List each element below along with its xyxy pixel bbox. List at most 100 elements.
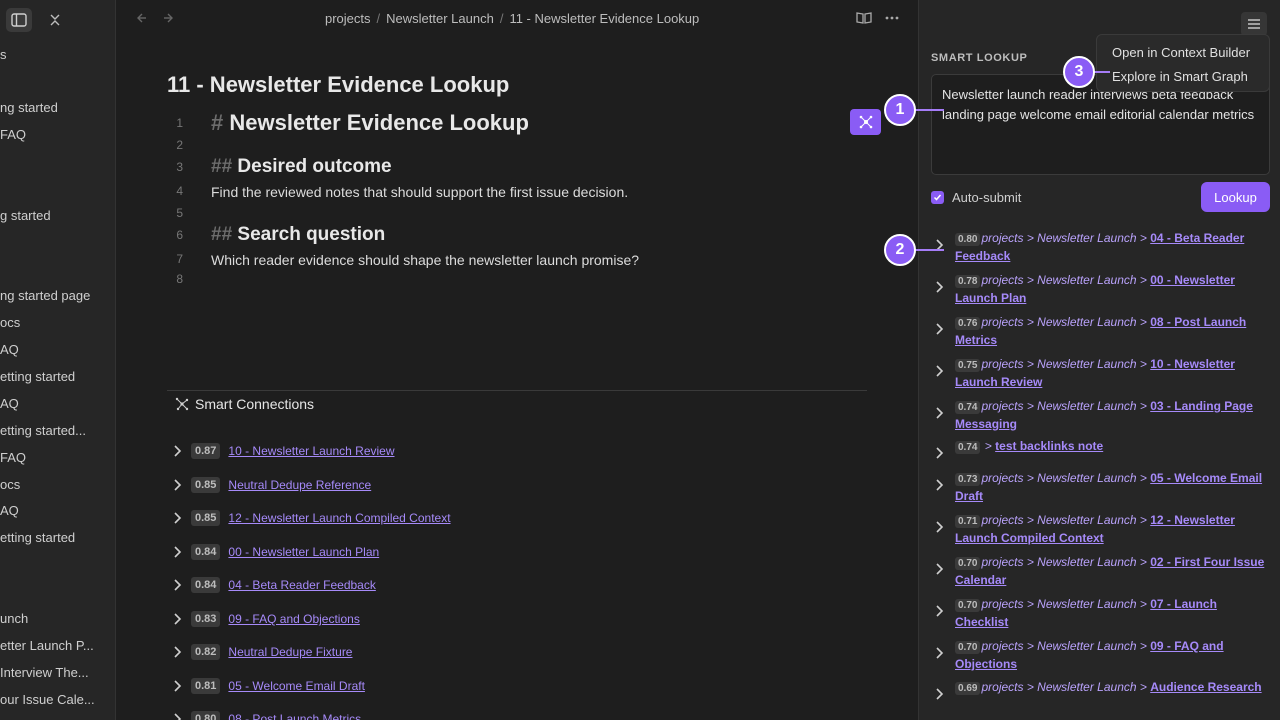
result-path: projects > Newsletter Launch > [981, 639, 1151, 653]
similarity-score: 0.83 [191, 611, 221, 627]
chevron-right-icon[interactable] [173, 478, 183, 492]
similarity-score: 0.80 [191, 711, 221, 720]
connection-item[interactable]: 0.80 08 - Post Launch Metrics [173, 711, 361, 720]
connection-link[interactable]: 05 - Welcome Email Draft [228, 679, 364, 693]
connection-item[interactable]: 0.84 04 - Beta Reader Feedback [173, 577, 376, 593]
connection-item[interactable]: 0.83 09 - FAQ and Objections [173, 611, 360, 627]
callout-marker: 3 [1063, 56, 1095, 88]
connection-item[interactable]: 0.82 Neutral Dedupe Fixture [173, 644, 352, 660]
chevron-right-icon[interactable] [935, 687, 945, 701]
chevron-right-icon[interactable] [173, 612, 183, 626]
auto-submit-row[interactable]: Auto-submit [931, 190, 1021, 205]
chevron-right-icon[interactable] [173, 645, 183, 659]
connection-link[interactable]: 08 - Post Launch Metrics [228, 712, 361, 720]
chevron-right-icon[interactable] [173, 444, 183, 458]
auto-submit-label[interactable]: Auto-submit [952, 190, 1021, 205]
file-tree-item[interactable]: AQ [0, 396, 112, 411]
chevron-right-icon[interactable] [935, 446, 945, 460]
connection-item[interactable]: 0.84 00 - Newsletter Launch Plan [173, 544, 379, 560]
paragraph-text: Which reader evidence should shape the n… [211, 252, 640, 268]
result-path: projects > Newsletter Launch > [981, 357, 1151, 371]
line-number: 4 [176, 184, 183, 198]
more-options-icon[interactable] [884, 10, 900, 31]
menu-item-open-context-builder[interactable]: Open in Context Builder [1097, 41, 1269, 65]
breadcrumb-item[interactable]: projects [325, 11, 371, 26]
file-tree-item[interactable]: Interview The... [0, 665, 112, 680]
collapse-all-icon[interactable] [42, 8, 68, 32]
connection-link[interactable]: 04 - Beta Reader Feedback [228, 578, 375, 592]
file-tree-item[interactable]: FAQ [0, 450, 112, 465]
chevron-right-icon[interactable] [935, 322, 945, 336]
back-arrow-icon[interactable] [135, 11, 147, 27]
file-tree-item[interactable]: ng started page [0, 288, 112, 303]
file-tree-item[interactable]: unch [0, 611, 112, 626]
chevron-right-icon[interactable] [935, 280, 945, 294]
check-icon [933, 194, 942, 201]
result-text: 0.75 projects > Newsletter Launch > 10 - … [955, 356, 1271, 391]
result-path: projects > Newsletter Launch > [981, 315, 1151, 329]
result-link[interactable]: Audience Research [1150, 680, 1261, 694]
breadcrumb-item[interactable]: 11 - Newsletter Evidence Lookup [509, 11, 699, 26]
connection-item[interactable]: 0.87 10 - Newsletter Launch Review [173, 443, 395, 459]
chevron-right-icon[interactable] [173, 511, 183, 525]
graph-icon [859, 115, 872, 129]
file-tree-item[interactable]: ocs [0, 477, 112, 492]
menu-item-explore-smart-graph[interactable]: Explore in Smart Graph [1097, 65, 1269, 89]
result-path: projects > Newsletter Launch > [981, 471, 1151, 485]
chevron-right-icon[interactable] [935, 604, 945, 618]
chevron-right-icon[interactable] [935, 364, 945, 378]
file-tree-item[interactable]: etting started... [0, 423, 112, 438]
file-tree-item[interactable]: ocs [0, 315, 112, 330]
note-title[interactable]: 11 - Newsletter Evidence Lookup [167, 72, 509, 98]
forward-arrow-icon[interactable] [163, 11, 175, 27]
file-tree-item[interactable]: s [0, 47, 112, 62]
sidebar-toggle-icon[interactable] [6, 8, 32, 32]
line-number: 3 [176, 160, 183, 174]
line-number: 1 [176, 116, 183, 130]
file-tree-item[interactable]: AQ [0, 342, 112, 357]
callout-marker: 1 [884, 94, 916, 126]
line-number: 2 [176, 138, 183, 152]
file-tree-item[interactable]: FAQ [0, 127, 112, 142]
chevron-right-icon[interactable] [173, 712, 183, 720]
chevron-right-icon[interactable] [935, 478, 945, 492]
chevron-right-icon[interactable] [935, 562, 945, 576]
file-tree-item[interactable]: our Issue Cale... [0, 692, 112, 707]
breadcrumb-item[interactable]: Newsletter Launch [386, 11, 494, 26]
file-tree-item[interactable]: ng started [0, 100, 112, 115]
auto-submit-checkbox[interactable] [931, 191, 944, 204]
connection-link[interactable]: 00 - Newsletter Launch Plan [228, 545, 379, 559]
result-link[interactable]: test backlinks note [995, 439, 1103, 453]
lookup-button[interactable]: Lookup [1201, 182, 1270, 212]
smart-connections-icon [175, 397, 189, 411]
reading-view-icon[interactable] [856, 10, 872, 31]
connection-link[interactable]: 12 - Newsletter Launch Compiled Context [228, 511, 450, 525]
file-explorer-sidebar: s ng started FAQ g started ng started page oc… [0, 0, 116, 720]
smart-graph-button[interactable] [850, 109, 881, 135]
connection-link[interactable]: Neutral Dedupe Fixture [228, 645, 352, 659]
line-number: 6 [176, 228, 183, 242]
result-path: projects > Newsletter Launch > [981, 680, 1151, 694]
connection-item[interactable]: 0.85 12 - Newsletter Launch Compiled Cont… [173, 510, 451, 526]
chevron-right-icon[interactable] [173, 578, 183, 592]
connection-item[interactable]: 0.85 Neutral Dedupe Reference [173, 477, 371, 493]
file-tree-item[interactable]: g started [0, 208, 112, 223]
file-tree-item[interactable]: etting started [0, 369, 112, 384]
file-tree-item[interactable]: etting started [0, 530, 112, 545]
similarity-score: 0.74 [955, 441, 981, 454]
chevron-right-icon[interactable] [935, 646, 945, 660]
chevron-right-icon[interactable] [935, 520, 945, 534]
line-content: Find the reviewed notes that should supp… [211, 184, 628, 200]
connection-link[interactable]: Neutral Dedupe Reference [228, 478, 371, 492]
chevron-right-icon[interactable] [935, 406, 945, 420]
chevron-right-icon[interactable] [173, 679, 183, 693]
similarity-score: 0.70 [955, 641, 981, 654]
file-tree-item[interactable]: AQ [0, 503, 112, 518]
connection-link[interactable]: 09 - FAQ and Objections [228, 612, 359, 626]
file-tree-item[interactable]: etter Launch P... [0, 638, 112, 653]
similarity-score: 0.70 [955, 599, 981, 612]
connection-link[interactable]: 10 - Newsletter Launch Review [228, 444, 394, 458]
connection-item[interactable]: 0.81 05 - Welcome Email Draft [173, 678, 365, 694]
menu-button[interactable] [1241, 12, 1267, 36]
chevron-right-icon[interactable] [173, 545, 183, 559]
